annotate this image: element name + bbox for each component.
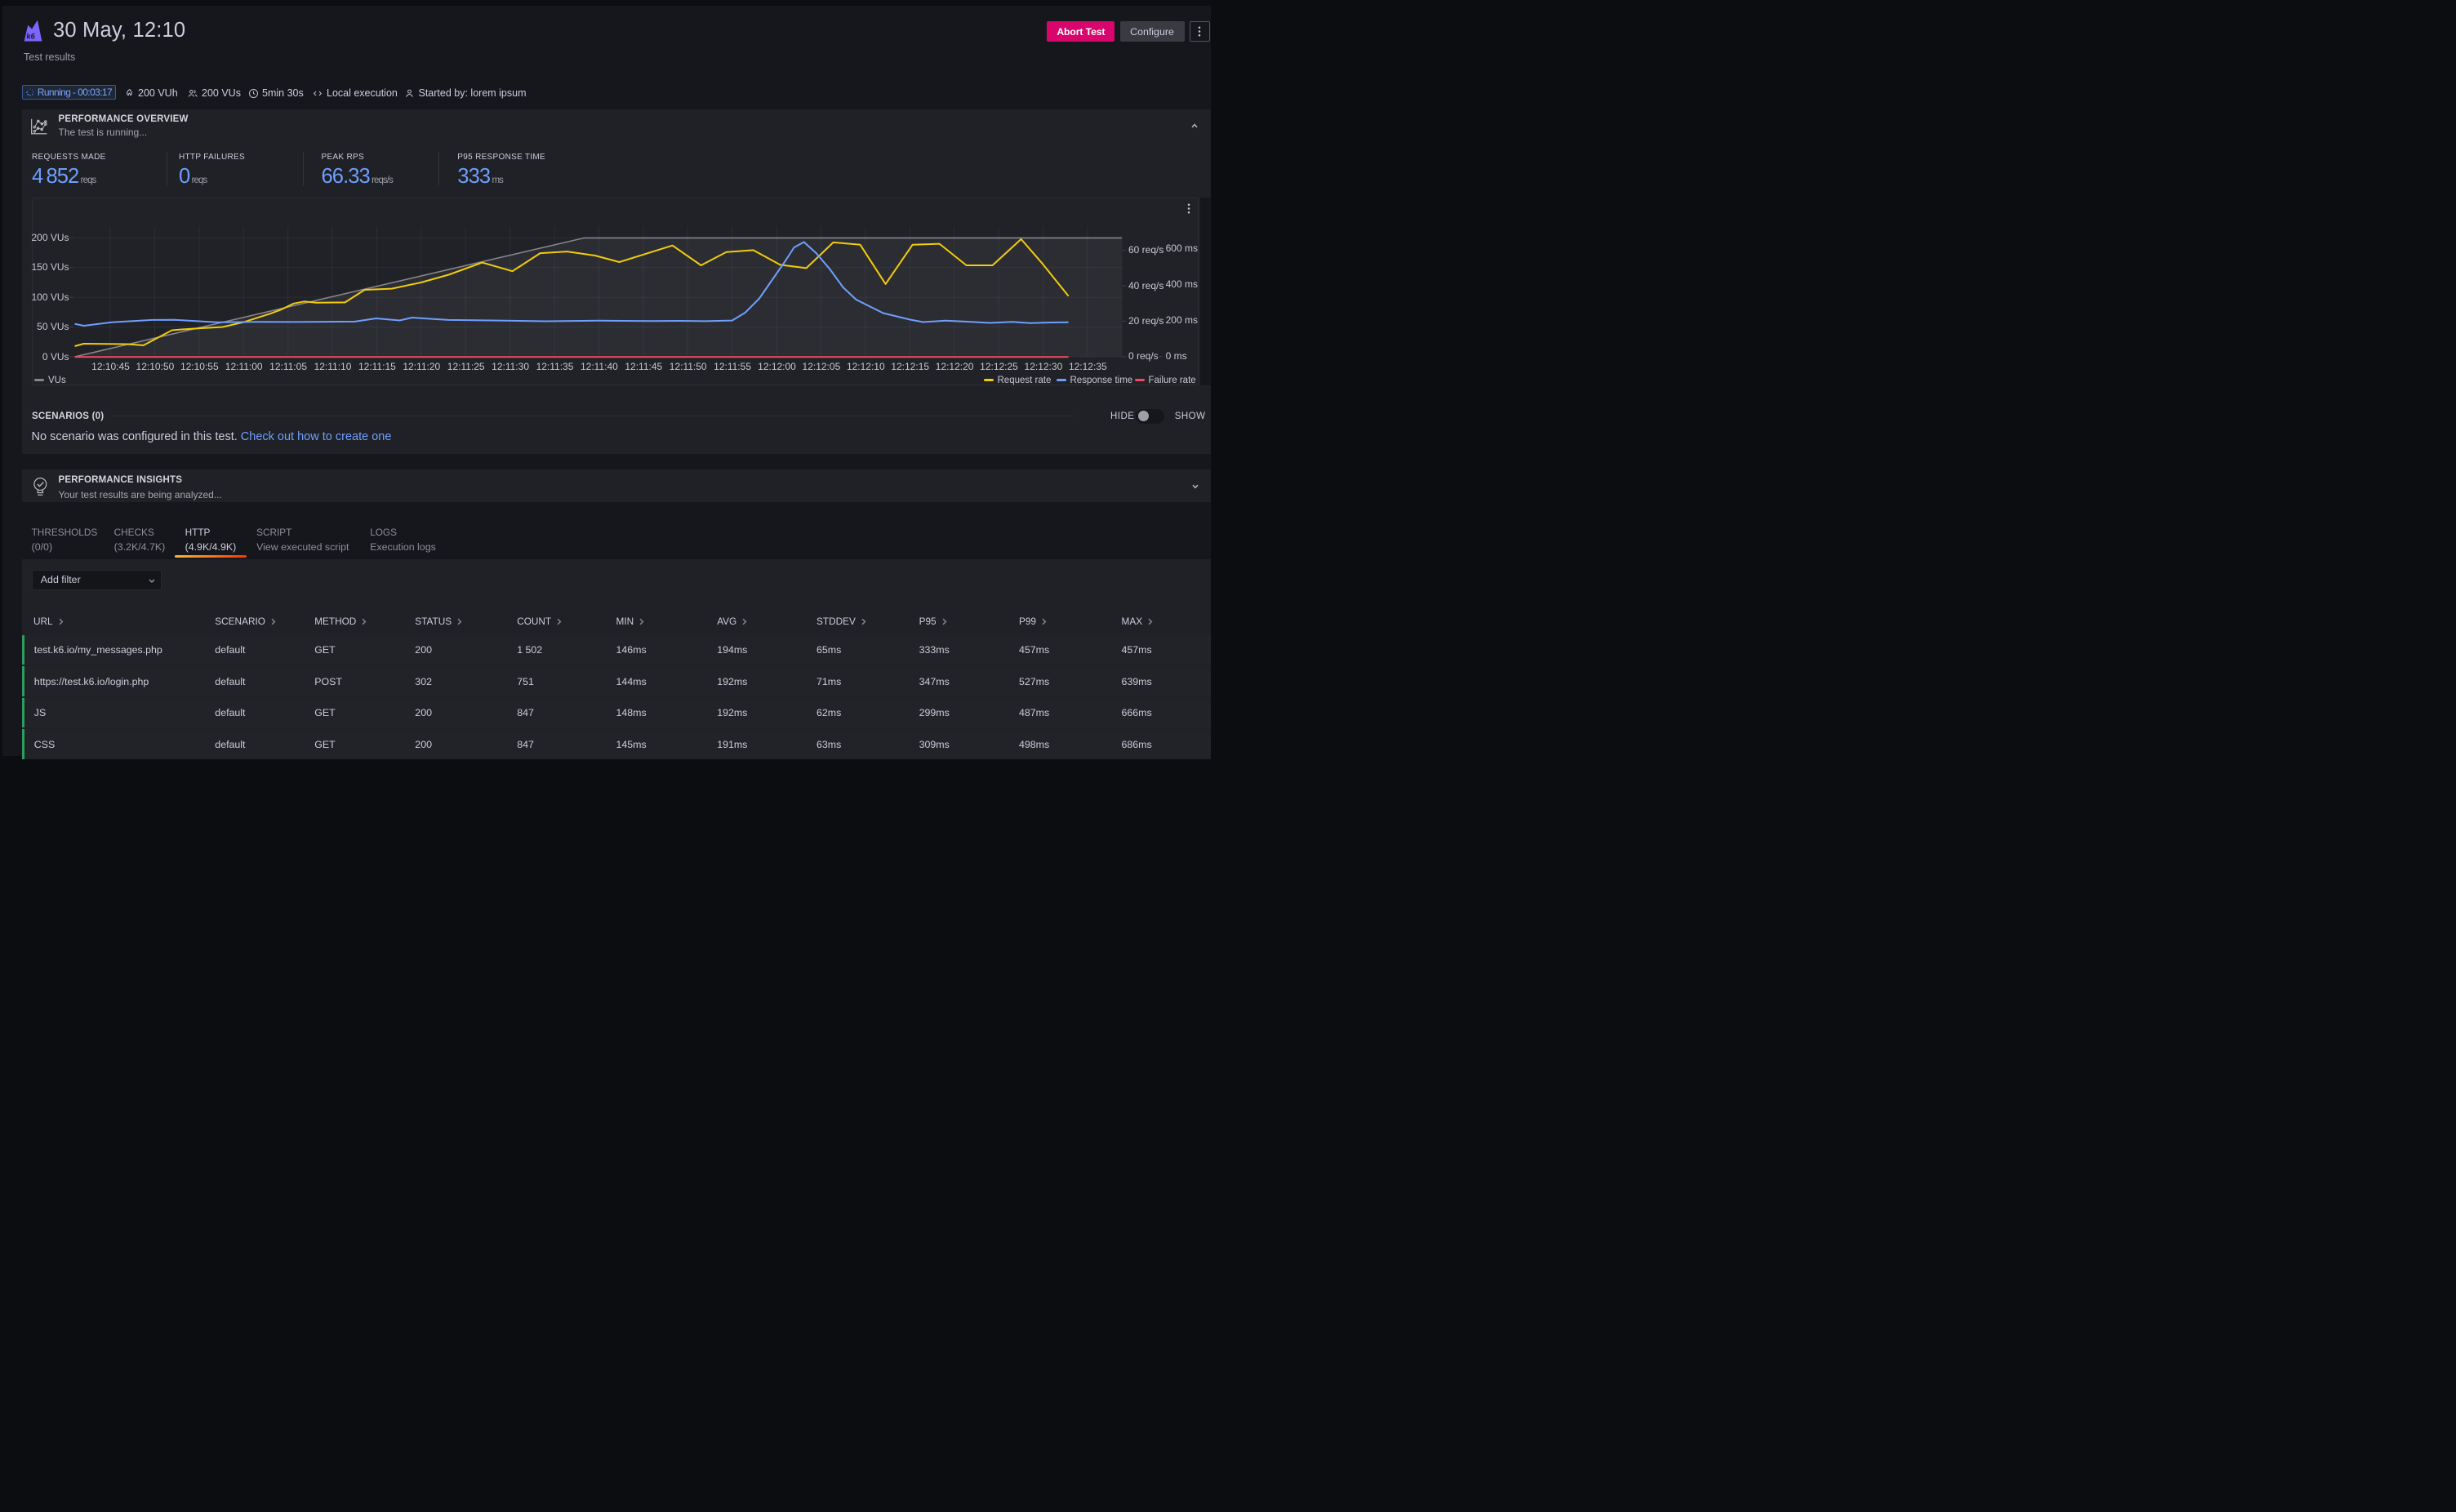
svg-text:k6: k6 <box>26 32 36 41</box>
